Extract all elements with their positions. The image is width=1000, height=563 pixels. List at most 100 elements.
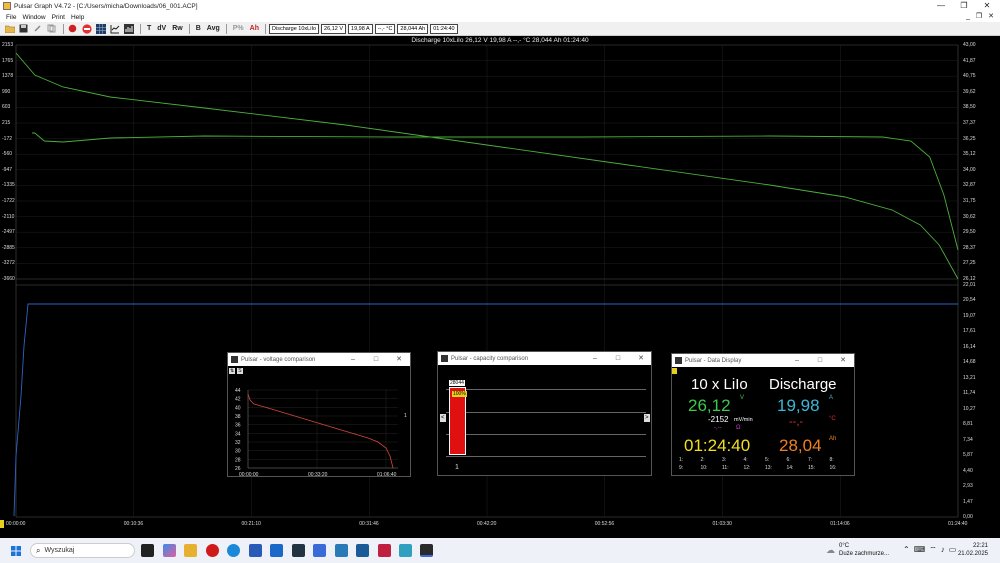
mdi-controls[interactable]: _ ❐ ✕ <box>966 12 996 20</box>
right-tick-label: 30,62 <box>963 213 976 220</box>
temp-box: --,- °C <box>374 23 396 34</box>
copilot-icon[interactable] <box>163 544 176 557</box>
app-icon-5[interactable] <box>378 544 391 557</box>
app-icon-4[interactable] <box>356 544 369 557</box>
right-tick-label: 37,37 <box>963 120 976 126</box>
channel-label: 11: <box>722 465 729 471</box>
save-icon[interactable] <box>18 23 29 34</box>
close-button[interactable]: ✕ <box>636 352 646 365</box>
voltage-comparison-window[interactable]: Pulsar - voltage comparison – □ ✕ ⇅ S 44… <box>227 352 411 478</box>
capacity-window-titlebar[interactable]: Pulsar - capacity comparison – □ ✕ <box>438 352 651 365</box>
file-explorer-icon[interactable] <box>184 544 197 557</box>
right-tick-label: 8,81 <box>963 421 973 428</box>
x-tick-label: 00:00:00 <box>239 472 259 478</box>
stop-icon[interactable] <box>81 23 92 34</box>
weather-temp: 0°C <box>839 543 850 549</box>
app-icon-3[interactable] <box>335 544 348 557</box>
minimize-button[interactable]: — <box>930 0 952 12</box>
maximize-button[interactable]: ❐ <box>953 0 975 12</box>
opera-icon[interactable] <box>206 544 219 557</box>
windows-start-icon[interactable] <box>11 546 21 558</box>
data-display-window[interactable]: Pulsar - Data Display – □ ✕ 10 x LiIo Di… <box>671 353 855 476</box>
nav-left-button[interactable]: < <box>440 414 446 422</box>
wifi-icon[interactable]: ⌔ <box>929 545 941 554</box>
time-value: 01:24:40 <box>684 436 751 455</box>
menu-help[interactable]: Help <box>71 14 84 21</box>
avg-toggle[interactable]: Avg <box>207 25 220 32</box>
chart-bars-icon[interactable] <box>123 23 134 34</box>
open-folder-icon[interactable] <box>4 23 15 34</box>
grid-icon[interactable] <box>95 23 106 34</box>
dv-toggle[interactable]: dV <box>157 25 166 32</box>
app-icon-6[interactable] <box>399 544 412 557</box>
language-icon[interactable]: ⌨ <box>914 545 930 554</box>
maximize-button[interactable]: □ <box>613 352 623 365</box>
app-icon-1[interactable] <box>292 544 305 557</box>
chart-lines-icon[interactable] <box>109 23 120 34</box>
x-tick-label: 01:24:40 <box>948 521 968 527</box>
ah-toggle[interactable]: Ah <box>250 25 259 32</box>
store-icon[interactable] <box>249 544 262 557</box>
close-button[interactable]: ✕ <box>976 0 998 12</box>
pulsar-graph-task-icon[interactable] <box>420 544 433 557</box>
left-tick-label: 1378 <box>2 73 14 80</box>
voltage-box: 26,12 V <box>321 23 347 34</box>
system-tray[interactable]: ⌃⌨⌔♪▭ <box>903 545 960 555</box>
x-tick-label: 01:06:40 <box>377 472 397 478</box>
task-view-icon[interactable] <box>141 544 154 557</box>
right-tick-label: 29,50 <box>963 229 976 236</box>
window-title: Pulsar Graph V4.72 - [C:/Users/micha/Dow… <box>14 2 198 10</box>
right-tick-label: 5,87 <box>963 452 973 459</box>
x-tick-label: 00:33:20 <box>308 472 328 478</box>
clock[interactable]: 22:21 21.02.2025 <box>958 542 988 558</box>
right-tick-label: 40,75 <box>963 73 976 80</box>
b-toggle[interactable]: B <box>196 25 201 32</box>
capacity-bar[interactable] <box>449 387 466 455</box>
minimize-button[interactable]: – <box>590 352 600 365</box>
voltage-comparison-chart: 4442403836343230282600:00:00 00:33:20 01:0… <box>235 388 398 478</box>
voltage-window-titlebar[interactable]: Pulsar - voltage comparison – □ ✕ <box>228 353 410 366</box>
x-tick-label: 00:31:46 <box>359 521 379 527</box>
rw-toggle[interactable]: Rw <box>172 25 183 32</box>
weather-widget[interactable]: ☁ 0°C Duże zachmurze... <box>826 542 889 558</box>
x-tick-label: 00:00:00 <box>6 521 26 527</box>
edge-icon[interactable] <box>227 544 240 557</box>
y-tick-label: 40 <box>235 405 241 411</box>
channel-label: 8: <box>829 457 834 463</box>
capacity-comparison-window[interactable]: Pulsar - capacity comparison – □ ✕ 28044… <box>437 351 652 476</box>
menu-print[interactable]: Print <box>52 14 65 21</box>
current-series-curve <box>32 132 959 251</box>
close-button[interactable]: ✕ <box>394 353 404 366</box>
attach-icon[interactable] <box>32 23 43 34</box>
close-button[interactable]: ✕ <box>838 354 848 367</box>
channel-label: 16: <box>829 465 837 471</box>
maximize-button[interactable]: □ <box>815 354 825 367</box>
left-tick-label: 1765 <box>2 57 14 64</box>
menu-file[interactable]: File <box>6 14 16 21</box>
volume-icon[interactable]: ♪ <box>941 545 949 554</box>
current-box: 19,98 A <box>348 23 373 34</box>
temperature-toggle[interactable]: T <box>147 25 151 32</box>
chevron-up-icon[interactable]: ⌃ <box>903 545 914 554</box>
cursor-marker[interactable] <box>0 520 4 528</box>
menu-window[interactable]: Window <box>22 14 45 21</box>
nav-right-button[interactable]: > <box>644 414 650 422</box>
y-tick-label: 38 <box>235 414 241 420</box>
data-window-titlebar[interactable]: Pulsar - Data Display – □ ✕ <box>672 354 854 367</box>
channel-label: 4: <box>743 457 748 463</box>
minimize-button[interactable]: – <box>792 354 802 367</box>
outlook-icon[interactable] <box>270 544 283 557</box>
minimize-button[interactable]: – <box>348 353 358 366</box>
taskbar-search[interactable]: ⌕ Wyszukaj <box>30 543 135 558</box>
status-line: Discharge 10xLiIo 26,12 V 19,98 A --,- °… <box>411 37 589 44</box>
app-icon <box>3 2 11 10</box>
y-tick-label: 44 <box>235 388 241 394</box>
percent-toggle[interactable]: P% <box>233 25 244 32</box>
right-tick-label: 10,27 <box>963 405 976 412</box>
copy-icon[interactable] <box>46 23 57 34</box>
x-tick-label: 00:10:36 <box>123 521 144 527</box>
maximize-button[interactable]: □ <box>371 353 381 366</box>
right-tick-label: 16,14 <box>963 343 976 350</box>
record-icon[interactable] <box>67 23 78 34</box>
app-icon-2[interactable] <box>313 544 326 557</box>
